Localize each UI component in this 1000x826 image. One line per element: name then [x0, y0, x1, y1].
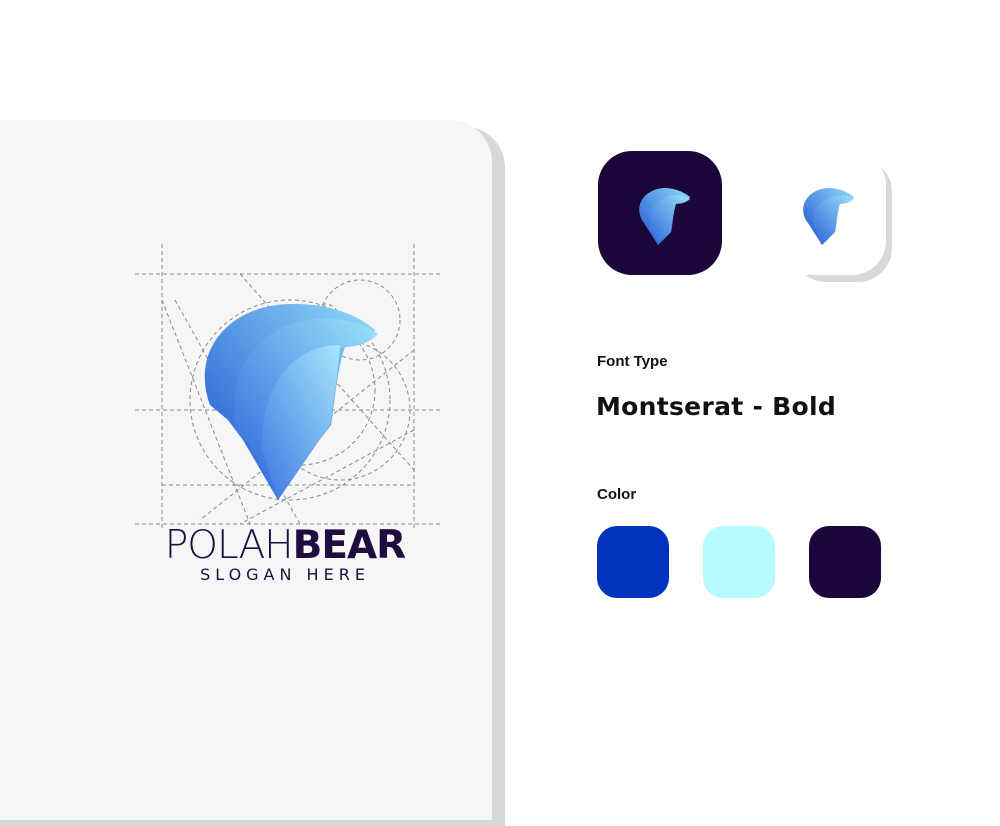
brand-slogan: SLOGAN HERE [200, 565, 370, 584]
color-swatch-dark-purple [809, 526, 881, 598]
app-icon-light [768, 151, 886, 275]
color-swatch-blue [597, 526, 669, 598]
app-icon-dark [598, 151, 722, 275]
bear-mini-logo-dark [639, 188, 690, 245]
color-swatch-light-cyan [703, 526, 775, 598]
bear-head-shape [204, 303, 378, 500]
brand-name: POLAHBEAR [130, 524, 440, 568]
bear-logo-with-grid [135, 244, 440, 530]
brand-name-bold: BEAR [292, 523, 407, 568]
font-name: Montserat - Bold [596, 392, 837, 421]
color-label: Color [597, 486, 637, 503]
bear-mini-logo-light [803, 188, 854, 245]
font-type-label: Font Type [597, 353, 668, 370]
brand-name-light: POLAH [164, 523, 294, 568]
